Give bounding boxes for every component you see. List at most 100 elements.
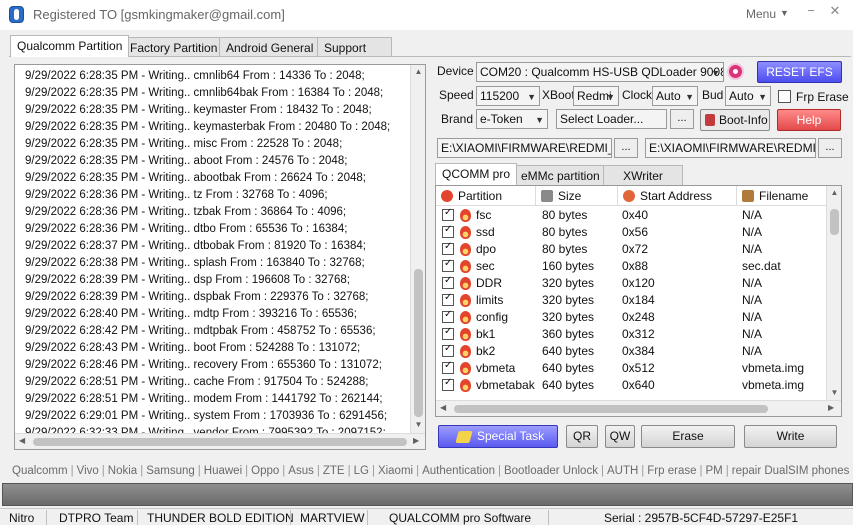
row-checkbox[interactable]	[442, 258, 454, 272]
reset-efs-button[interactable]: RESET EFS	[757, 61, 842, 83]
table-row[interactable]: fsc 80 bytes 0x40 N/A	[436, 207, 828, 224]
loader-field[interactable]: Select Loader...	[556, 109, 667, 129]
chevron-down-icon[interactable]: ▼	[780, 8, 789, 18]
firmware-path-left[interactable]: E:\XIAOMI\FIRMWARE\REDMI_7A\	[437, 138, 612, 158]
clock-select[interactable]: Auto ▼	[652, 86, 698, 106]
partition-size: 640 bytes	[542, 378, 595, 392]
quick-link[interactable]: Frp erase	[647, 465, 696, 477]
row-checkbox[interactable]	[442, 309, 454, 323]
tab-xwriter[interactable]: XWriter	[603, 165, 683, 185]
boot-info-label: Boot-Info	[719, 113, 768, 127]
row-checkbox[interactable]	[442, 292, 454, 306]
quick-link[interactable]: Samsung	[146, 465, 195, 477]
table-row[interactable]: bk1 360 bytes 0x312 N/A	[436, 326, 828, 343]
scroll-down-icon[interactable]: ▼	[411, 420, 425, 429]
scroll-thumb[interactable]	[830, 209, 839, 235]
table-row[interactable]: dpo 80 bytes 0x72 N/A	[436, 241, 828, 258]
erase-button[interactable]: Erase	[641, 425, 735, 448]
path-right-browse-button[interactable]: ...	[818, 138, 842, 158]
loader-browse-button[interactable]: ...	[670, 109, 694, 129]
column-header-start-address[interactable]: Start Address	[618, 186, 737, 206]
minimize-button[interactable]: −	[803, 3, 819, 18]
scroll-up-icon[interactable]: ▲	[411, 67, 425, 76]
boot-info-button[interactable]: Boot-Info	[700, 109, 770, 131]
tab-factory-partition[interactable]: Factory Partition	[123, 37, 225, 57]
quick-link[interactable]: Nokia	[108, 465, 137, 477]
log-vertical-scrollbar[interactable]: ▲ ▼	[410, 65, 425, 433]
scroll-thumb[interactable]	[414, 269, 423, 417]
qr-button[interactable]: QR	[566, 425, 598, 448]
log-horizontal-scrollbar[interactable]: ◀ ▶	[15, 433, 425, 449]
column-header-size[interactable]: Size	[536, 186, 618, 206]
scroll-left-icon[interactable]: ◀	[19, 436, 25, 445]
column-header-partition[interactable]: Partition	[436, 186, 536, 206]
quick-link[interactable]: Xiaomi	[378, 465, 413, 477]
special-task-button[interactable]: Special Task	[438, 425, 558, 448]
quick-link[interactable]: AUTH	[607, 465, 638, 477]
row-checkbox[interactable]	[442, 343, 454, 357]
row-checkbox[interactable]	[442, 207, 454, 221]
scroll-thumb[interactable]	[454, 405, 768, 413]
column-header-filename[interactable]: Filename	[737, 186, 828, 206]
scroll-up-icon[interactable]: ▲	[827, 188, 841, 197]
bud-select[interactable]: Auto ▼	[725, 86, 771, 106]
quick-link[interactable]: repair DualSIM phones	[732, 465, 850, 477]
table-row[interactable]: sec 160 bytes 0x88 sec.dat	[436, 258, 828, 275]
flame-icon	[460, 260, 471, 273]
tab-support[interactable]: Support	[317, 37, 392, 57]
scroll-right-icon[interactable]: ▶	[413, 436, 419, 445]
table-horizontal-scrollbar[interactable]: ◀ ▶	[436, 400, 841, 416]
device-select[interactable]: COM20 : Qualcomm HS-USB QDLoader 9008 ▼	[476, 62, 724, 82]
quick-link[interactable]: Asus	[288, 465, 314, 477]
quick-link[interactable]: Authentication	[422, 465, 495, 477]
table-row[interactable]: vbmetabak 640 bytes 0x640 vbmeta.img	[436, 377, 828, 394]
scroll-right-icon[interactable]: ▶	[828, 403, 834, 412]
write-button[interactable]: Write	[744, 425, 837, 448]
quick-link[interactable]: Bootloader Unlock	[504, 465, 598, 477]
scroll-left-icon[interactable]: ◀	[440, 403, 446, 412]
row-checkbox[interactable]	[442, 224, 454, 238]
quick-link[interactable]: Huawei	[204, 465, 242, 477]
table-row[interactable]: DDR 320 bytes 0x120 N/A	[436, 275, 828, 292]
frp-erase-checkbox[interactable]	[778, 90, 791, 103]
table-row[interactable]: ssd 80 bytes 0x56 N/A	[436, 224, 828, 241]
tab-qualcomm-partition[interactable]: Qualcomm Partition	[10, 35, 130, 57]
speed-select[interactable]: 115200 ▼	[476, 86, 540, 106]
table-row[interactable]: vbmeta 640 bytes 0x512 vbmeta.img	[436, 360, 828, 377]
refresh-port-icon[interactable]	[727, 63, 744, 80]
tab-android-general[interactable]: Android General	[219, 37, 321, 57]
firmware-path-right[interactable]: E:\XIAOMI\FIRMWARE\REDMI_7A\	[645, 138, 816, 158]
chip-icon	[705, 114, 715, 126]
row-checkbox[interactable]	[442, 360, 454, 374]
brand-select[interactable]: e-Token ▼	[476, 109, 548, 129]
scroll-thumb[interactable]	[33, 438, 407, 446]
row-checkbox[interactable]	[442, 241, 454, 255]
table-vertical-scrollbar[interactable]: ▲ ▼	[826, 186, 841, 400]
qw-button[interactable]: QW	[605, 425, 635, 448]
quick-link[interactable]: PM	[706, 465, 723, 477]
close-button[interactable]: ✕	[827, 3, 843, 19]
row-checkbox[interactable]	[442, 377, 454, 391]
menu-button[interactable]: Menu	[746, 7, 776, 21]
status-software: QUALCOMM pro Software	[389, 511, 532, 525]
help-button[interactable]: Help	[777, 109, 841, 131]
scroll-down-icon[interactable]: ▼	[827, 388, 841, 397]
tab-qcomm-pro[interactable]: QCOMM pro	[435, 163, 518, 185]
path-left-browse-button[interactable]: ...	[614, 138, 638, 158]
partition-table[interactable]: Partition Size Start Address Filename fs…	[435, 185, 842, 417]
row-checkbox[interactable]	[442, 326, 454, 340]
xboot-select[interactable]: Redmi ▼	[573, 86, 619, 106]
quick-link[interactable]: Qualcomm	[12, 465, 68, 477]
table-row[interactable]: limits 320 bytes 0x184 N/A	[436, 292, 828, 309]
quick-link[interactable]: Oppo	[251, 465, 279, 477]
row-checkbox[interactable]	[442, 275, 454, 289]
link-separator: |	[497, 465, 501, 477]
table-row[interactable]: config 320 bytes 0x248 N/A	[436, 309, 828, 326]
log-panel[interactable]: 9/29/2022 6:28:35 PM - Writing.. cmnlib6…	[14, 64, 426, 450]
quick-link[interactable]: ZTE	[323, 465, 345, 477]
quick-link[interactable]: LG	[354, 465, 369, 477]
quick-link[interactable]: Vivo	[77, 465, 99, 477]
tab-emmc-partition[interactable]: eMMc partition	[514, 165, 607, 185]
link-separator: |	[725, 465, 729, 477]
table-row[interactable]: bk2 640 bytes 0x384 N/A	[436, 343, 828, 360]
